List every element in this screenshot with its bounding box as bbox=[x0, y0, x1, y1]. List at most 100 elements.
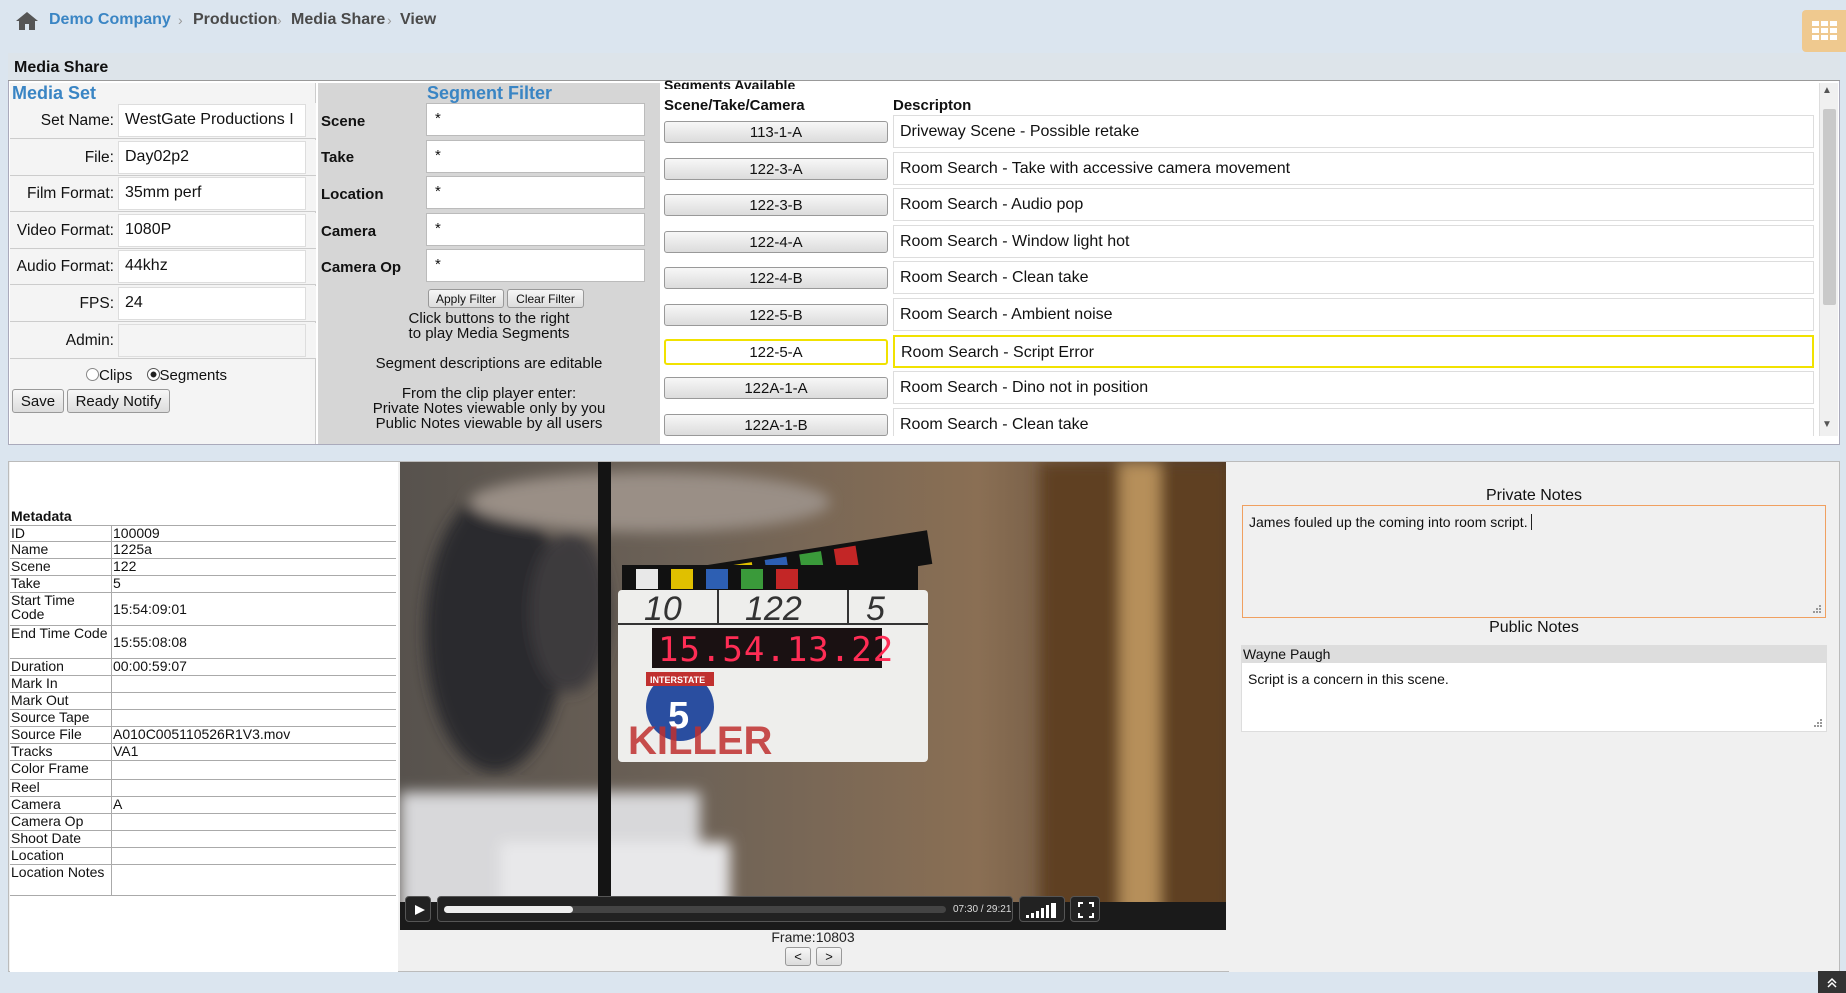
volume-bars-icon bbox=[1026, 903, 1056, 918]
location-filter-input[interactable]: * bbox=[426, 176, 645, 209]
metadata-value bbox=[111, 865, 395, 895]
audio-format-row: Audio Format: 44khz bbox=[10, 249, 316, 285]
segment-button-122-3-A[interactable]: 122-3-A bbox=[664, 158, 888, 180]
clips-radio[interactable] bbox=[86, 368, 99, 381]
audio-format-field[interactable]: 44khz bbox=[118, 250, 306, 283]
segment-description[interactable]: Room Search - Audio pop bbox=[893, 188, 1814, 221]
camera-filter-label: Camera bbox=[321, 223, 377, 240]
segment-description[interactable]: Driveway Scene - Possible retake bbox=[893, 115, 1814, 148]
home-icon[interactable] bbox=[15, 10, 39, 32]
file-label: File: bbox=[84, 149, 114, 166]
segment-button-122A-1-B[interactable]: 122A-1-B bbox=[664, 414, 888, 436]
private-notes-textarea[interactable]: James fouled up the coming into room scr… bbox=[1242, 505, 1826, 618]
segment-description-selected[interactable]: Room Search - Script Error bbox=[893, 335, 1814, 368]
metadata-value bbox=[111, 761, 395, 779]
segment-button-122A-1-A[interactable]: 122A-1-A bbox=[664, 377, 888, 399]
play-button[interactable] bbox=[405, 896, 431, 922]
metadata-row: Start Time Code 15:54:09:01 bbox=[10, 593, 396, 626]
volume-control[interactable] bbox=[1019, 896, 1065, 922]
segment-description[interactable]: Room Search - Take with accessive camera… bbox=[893, 152, 1814, 185]
seek-progress bbox=[444, 906, 573, 913]
metadata-value: 00:00:59:07 bbox=[111, 659, 395, 675]
metadata-key: Mark In bbox=[11, 675, 58, 691]
take-filter-input[interactable]: * bbox=[426, 140, 645, 173]
seek-bar-container[interactable]: 07:30 / 29:21 bbox=[437, 896, 1013, 922]
scrollbar-thumb[interactable] bbox=[1823, 109, 1836, 305]
apps-grid-button[interactable] bbox=[1802, 10, 1846, 52]
metadata-value bbox=[111, 831, 395, 847]
segment-button-113-1-A[interactable]: 113-1-A bbox=[664, 121, 888, 143]
metadata-key: Color Frame bbox=[11, 760, 89, 776]
seek-track[interactable] bbox=[444, 906, 946, 913]
scroll-up-arrow-icon[interactable]: ▲ bbox=[1822, 85, 1832, 96]
metadata-row: Location bbox=[10, 848, 396, 865]
breadcrumb-media-share[interactable]: Media Share bbox=[291, 11, 385, 29]
scene-filter-label: Scene bbox=[321, 113, 366, 130]
grid-icon bbox=[1812, 21, 1837, 40]
metadata-value bbox=[111, 848, 395, 864]
metadata-row: Location Notes bbox=[10, 865, 396, 896]
file-field[interactable]: Day02p2 bbox=[118, 141, 306, 174]
breadcrumb-production[interactable]: Production bbox=[193, 11, 277, 29]
segment-description[interactable]: Room Search - Window light hot bbox=[893, 225, 1814, 258]
segments-radio[interactable] bbox=[146, 368, 160, 381]
next-frame-button[interactable]: > bbox=[816, 947, 842, 966]
scroll-down-arrow-icon[interactable]: ▼ bbox=[1822, 419, 1832, 430]
admin-label: Admin: bbox=[65, 332, 114, 349]
metadata-row: Mark Out bbox=[10, 693, 396, 710]
fps-field[interactable]: 24 bbox=[118, 287, 306, 320]
file-row: File: Day02p2 bbox=[10, 140, 316, 176]
metadata-value: VA1 bbox=[111, 744, 395, 760]
location-filter-label: Location bbox=[321, 186, 384, 203]
metadata-key: Shoot Date bbox=[11, 830, 82, 846]
col-description: Descripton bbox=[893, 97, 972, 114]
clear-filter-button[interactable]: Clear Filter bbox=[507, 289, 584, 308]
resize-handle-icon[interactable] bbox=[1812, 604, 1822, 614]
set-name-field[interactable]: WestGate Productions I bbox=[118, 104, 306, 137]
metadata-value bbox=[111, 676, 395, 692]
video-format-row: Video Format: 1080P bbox=[10, 213, 316, 249]
apply-filter-button[interactable]: Apply Filter bbox=[428, 289, 504, 308]
filter-help-play: Click buttons to the right to play Media … bbox=[408, 310, 570, 342]
segment-button-122-4-A[interactable]: 122-4-A bbox=[664, 231, 888, 253]
segment-filter-title: Segment Filter bbox=[427, 83, 553, 103]
save-button[interactable]: Save bbox=[12, 389, 64, 413]
metadata-row: Scene 122 bbox=[10, 559, 396, 576]
segment-description[interactable]: Room Search - Dino not in position bbox=[893, 371, 1814, 404]
metadata-value bbox=[111, 693, 395, 709]
chevron-right-icon: › bbox=[277, 12, 282, 28]
segments-scrollbar[interactable]: ▲ ▼ bbox=[1819, 83, 1838, 436]
fullscreen-button[interactable] bbox=[1070, 896, 1100, 922]
segment-button-122-4-B[interactable]: 122-4-B bbox=[664, 267, 888, 289]
breadcrumb-demo-company[interactable]: Demo Company bbox=[49, 11, 171, 29]
slate-take: 5 bbox=[866, 590, 885, 628]
segment-button-122-3-B[interactable]: 122-3-B bbox=[664, 194, 888, 216]
metadata-key: Source File bbox=[11, 726, 82, 742]
metadata-key: Duration bbox=[11, 658, 64, 674]
segment-button-122-5-B[interactable]: 122-5-B bbox=[664, 304, 888, 326]
filter-help-editable: Segment descriptions are editable bbox=[375, 355, 603, 372]
camera-filter-input[interactable]: * bbox=[426, 213, 645, 246]
camera-op-filter-input[interactable]: * bbox=[426, 249, 645, 282]
resize-handle-icon[interactable] bbox=[1813, 718, 1823, 728]
video-player[interactable]: 10 122 5 15.54.13.22 INTERSTATE 5 KILLER… bbox=[400, 462, 1226, 930]
segment-button-122-5-A-selected[interactable]: 122-5-A bbox=[664, 339, 888, 365]
admin-field[interactable] bbox=[118, 324, 306, 357]
segment-description[interactable]: Room Search - Clean take bbox=[893, 261, 1814, 294]
segment-description[interactable]: Room Search - Ambient noise bbox=[893, 298, 1814, 331]
metadata-key: Camera bbox=[11, 796, 61, 812]
previous-frame-button[interactable]: < bbox=[785, 947, 811, 966]
slate-scene: 10 bbox=[644, 590, 682, 628]
metadata-row: Camera A bbox=[10, 797, 396, 814]
segments-available-title: Segments Available bbox=[664, 79, 796, 89]
metadata-key: Tracks bbox=[11, 743, 53, 759]
scroll-to-top-button[interactable] bbox=[1818, 971, 1846, 993]
ready-notify-button[interactable]: Ready Notify bbox=[67, 389, 170, 413]
segment-description[interactable]: Room Search - Clean take bbox=[893, 408, 1814, 436]
video-format-field[interactable]: 1080P bbox=[118, 214, 306, 247]
film-format-field[interactable]: 35mm perf bbox=[118, 177, 306, 210]
public-note-textarea[interactable]: Script is a concern in this scene. bbox=[1241, 662, 1827, 732]
metadata-row: Camera Op bbox=[10, 814, 396, 831]
metadata-key: Name bbox=[11, 541, 49, 557]
scene-filter-input[interactable]: * bbox=[426, 103, 645, 136]
